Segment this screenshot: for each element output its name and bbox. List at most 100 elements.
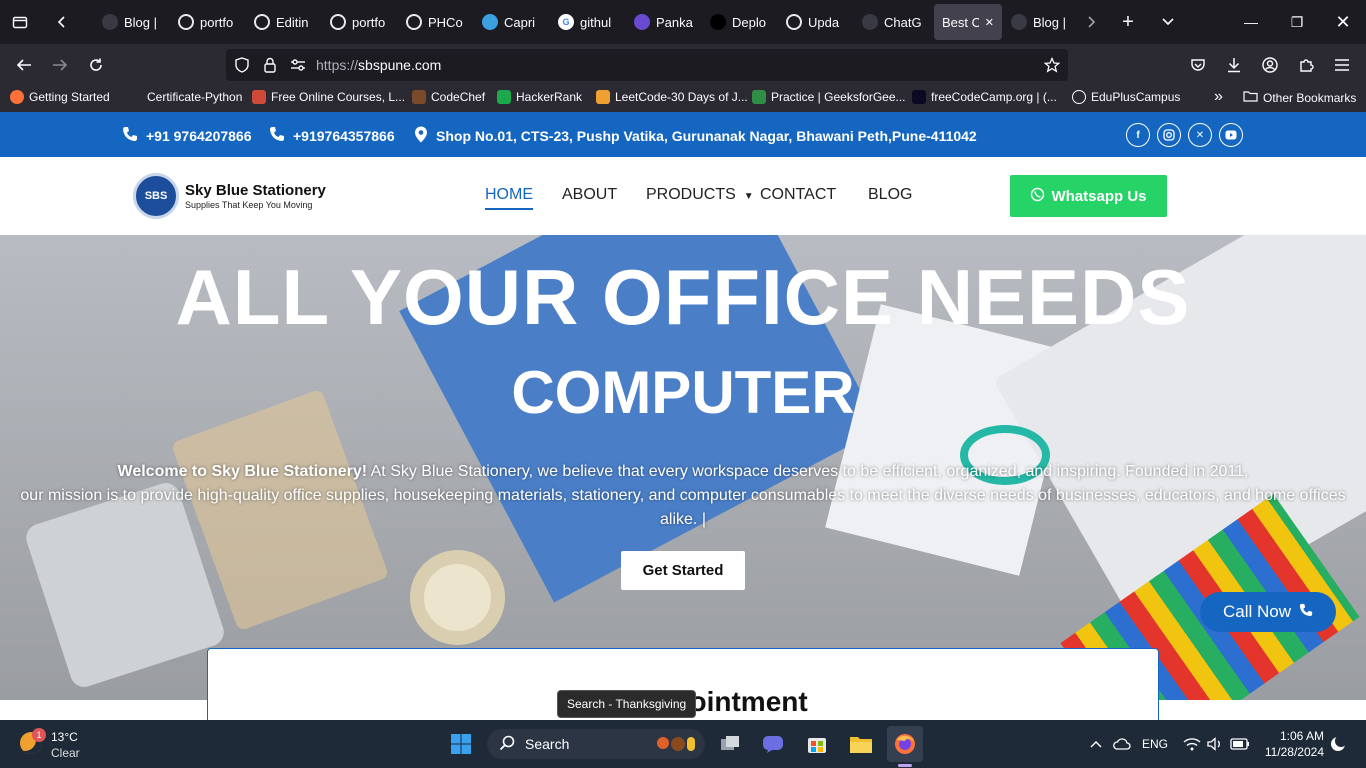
tab-label: ChatG (884, 14, 921, 30)
bookmark-item[interactable]: Practice | GeeksforGee... (752, 90, 906, 104)
tape-roll-image (410, 550, 505, 645)
hamburger-menu-icon[interactable] (1324, 44, 1360, 86)
facebook-icon[interactable]: f (1126, 123, 1150, 147)
browser-tab-bar: Blog | portfo Editin portfo PHCo Capri Ggithul… (0, 0, 1366, 44)
battery-icon[interactable] (1228, 726, 1252, 762)
nav-blog[interactable]: BLOG (868, 186, 912, 204)
back-icon[interactable] (6, 44, 42, 86)
taskbar-search[interactable]: Search (487, 729, 705, 759)
tab-list-icon[interactable] (2, 4, 38, 40)
bookmark-item[interactable]: CodeChef (412, 90, 485, 104)
browser-tab[interactable]: Deplo (702, 4, 777, 40)
hackerrank-icon (497, 90, 511, 104)
courses-icon (252, 90, 266, 104)
bookmark-label: Free Online Courses, L... (271, 90, 406, 104)
forward-icon[interactable] (42, 44, 78, 86)
phone-icon (1299, 602, 1313, 622)
bookmark-item[interactable]: HackerRank (497, 90, 582, 104)
bookmark-item[interactable]: EduPlusCampus (1072, 90, 1180, 104)
notification-icon[interactable] (1326, 726, 1350, 762)
browser-tab[interactable]: Editin (246, 4, 321, 40)
close-tab-icon[interactable]: ✕ (985, 16, 994, 29)
panka-icon (634, 14, 650, 30)
welcome-bold-text: Welcome to Sky Blue Stationery! (117, 463, 368, 480)
get-started-button[interactable]: Get Started (621, 551, 745, 590)
bookmark-item[interactable]: Certificate-Python (128, 90, 242, 104)
store-icon[interactable] (799, 726, 835, 762)
tab-label: Deplo (732, 14, 766, 30)
scroll-tabs-right-icon[interactable] (1073, 4, 1109, 40)
close-window-icon[interactable]: ✕ (1320, 0, 1366, 44)
show-hidden-icons[interactable] (1084, 726, 1108, 762)
other-bookmarks[interactable]: Other Bookmarks (1243, 90, 1356, 105)
bookmark-item[interactable]: LeetCode-30 Days of J... (596, 90, 748, 104)
tab-label: Capri (504, 14, 536, 30)
nav-home[interactable]: HOME (485, 186, 533, 210)
pocket-icon[interactable] (1180, 44, 1216, 86)
browser-tab[interactable]: Ggithul (550, 4, 625, 40)
firefox-taskbar-icon[interactable] (887, 726, 923, 762)
browser-tab[interactable]: Blog | (1003, 4, 1078, 40)
more-bookmarks-icon[interactable]: » (1214, 88, 1223, 106)
bookmark-star-icon[interactable] (1034, 44, 1070, 86)
reload-icon[interactable] (78, 44, 114, 86)
phone-1-text: +91 9764207866 (146, 127, 252, 144)
phone-1[interactable]: +91 9764207866 (122, 126, 252, 145)
volume-icon[interactable] (1204, 726, 1228, 762)
new-tab-icon[interactable]: + (1110, 4, 1146, 40)
github-icon (330, 14, 346, 30)
scroll-tabs-left-icon[interactable] (44, 4, 80, 40)
tab-strip: Blog | portfo Editin portfo PHCo Capri Ggithul… (94, 4, 1078, 40)
bookmark-item[interactable]: freeCodeCamp.org | (... (912, 90, 1057, 104)
cert-icon (128, 90, 142, 104)
list-all-tabs-icon[interactable] (1150, 4, 1186, 40)
downloads-icon[interactable] (1216, 44, 1252, 86)
weather-widget[interactable]: 1 13°C Clear (18, 728, 98, 762)
youtube-icon[interactable] (1219, 123, 1243, 147)
browser-tab[interactable]: portfo (170, 4, 245, 40)
browser-tab[interactable]: ChatG (854, 4, 929, 40)
browser-tab[interactable]: Panka (626, 4, 701, 40)
nav-about[interactable]: ABOUT (562, 186, 617, 204)
instagram-icon[interactable] (1157, 123, 1181, 147)
browser-tab[interactable]: Upda (778, 4, 853, 40)
file-explorer-icon[interactable] (843, 726, 879, 762)
clock[interactable]: 1:06 AM 11/28/2024 (1262, 728, 1324, 760)
url-host: sbspune.com (358, 57, 442, 73)
language-indicator[interactable]: ENG (1142, 737, 1168, 751)
vercel-icon (710, 14, 726, 30)
nav-contact[interactable]: CONTACT (760, 186, 836, 204)
account-icon[interactable] (1252, 44, 1288, 86)
bookmark-label: LeetCode-30 Days of J... (615, 90, 748, 104)
bookmark-item[interactable]: Free Online Courses, L... (252, 90, 405, 104)
start-icon[interactable] (443, 726, 479, 762)
browser-tab[interactable]: Best Of ✕ (934, 4, 1002, 40)
brand-name[interactable]: Sky Blue Stationery (185, 182, 326, 199)
browser-tab[interactable]: portfo (322, 4, 397, 40)
url-text[interactable]: https://sbspune.com (316, 57, 441, 73)
hero-headline: ALL YOUR OFFICE NEEDS (175, 253, 1191, 341)
call-now-button[interactable]: Call Now (1200, 592, 1336, 632)
restore-icon[interactable]: ❐ (1274, 0, 1320, 44)
browser-tab[interactable]: Blog | (94, 4, 169, 40)
wifi-icon[interactable] (1180, 726, 1204, 762)
x-twitter-icon[interactable]: ✕ (1188, 123, 1212, 147)
browser-tab[interactable]: Capri (474, 4, 549, 40)
site-permissions-icon[interactable] (280, 44, 316, 86)
whatsapp-button[interactable]: Whatsapp Us (1010, 175, 1167, 217)
browser-tab[interactable]: PHCo (398, 4, 473, 40)
task-view-icon[interactable] (712, 726, 748, 762)
phone-2[interactable]: +919764357866 (269, 126, 395, 145)
nav-products[interactable]: PRODUCTS ▼ (646, 186, 754, 204)
chatgpt-icon (862, 14, 878, 30)
bookmark-item[interactable]: Getting Started (10, 90, 110, 104)
phone-icon (269, 126, 285, 145)
teams-chat-icon[interactable] (755, 726, 791, 762)
onedrive-icon[interactable] (1110, 726, 1134, 762)
tab-label: Upda (808, 14, 840, 30)
extensions-icon[interactable] (1288, 44, 1324, 86)
call-now-label: Call Now (1222, 602, 1292, 621)
site-logo[interactable]: SBS (133, 173, 179, 219)
gfg-icon (752, 90, 766, 104)
minimize-icon[interactable]: — (1228, 0, 1274, 44)
